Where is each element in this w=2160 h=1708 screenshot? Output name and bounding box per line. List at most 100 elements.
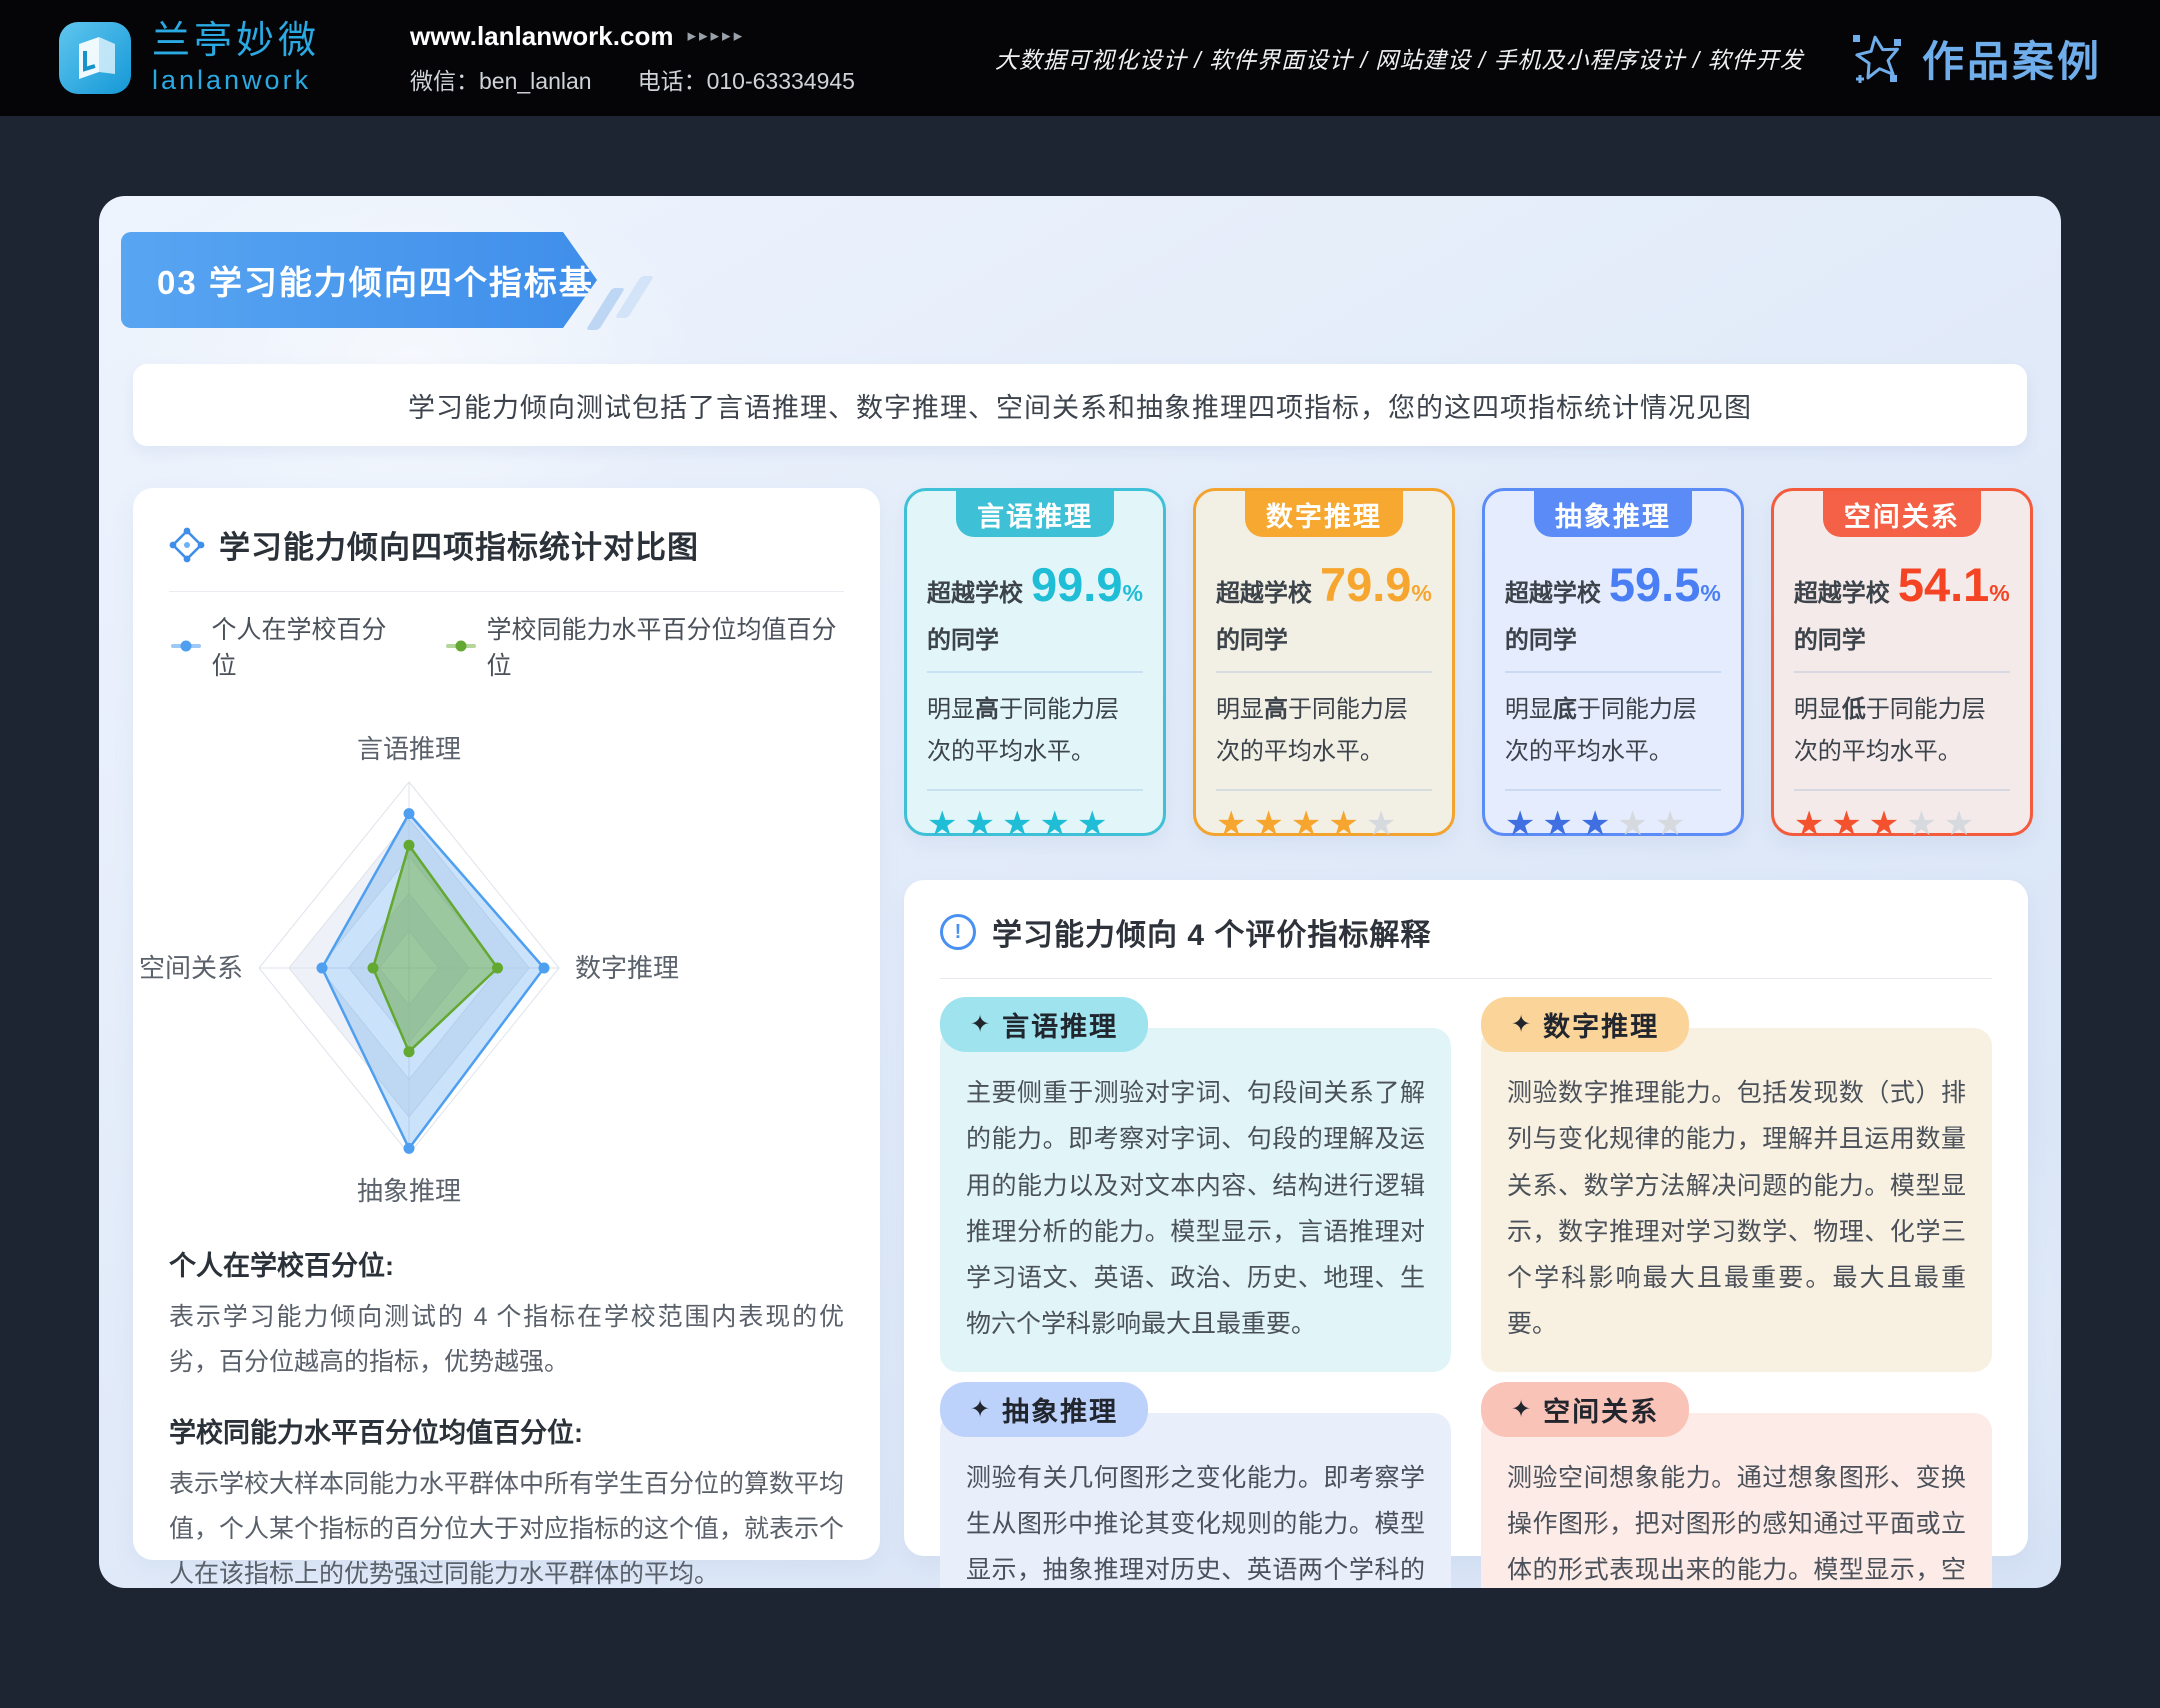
sparkle-icon: ✦ xyxy=(970,1010,992,1039)
exceed-suffix: 的同学 xyxy=(927,620,1143,655)
book-logo-icon xyxy=(58,21,132,95)
exceed-unit: % xyxy=(1989,580,2009,607)
star-icon: ★ xyxy=(1002,805,1039,843)
section-body: 测验有关几何图形之变化能力。即考察学生从图形中推论其变化规则的能力。模型显示，抽… xyxy=(940,1413,1451,1589)
divider xyxy=(1216,789,1432,791)
phone-contact: 电话：010-63334945 xyxy=(638,62,855,96)
website-link[interactable]: www.lanlanwork.com xyxy=(410,21,673,52)
star-icon: ★ xyxy=(1831,805,1868,843)
divider xyxy=(1505,671,1721,673)
brand-logo[interactable]: 兰亭妙微 lanlanwork xyxy=(58,21,320,95)
star-icon: ★ xyxy=(1366,805,1403,843)
star-icon: ★ xyxy=(1944,805,1981,843)
divider xyxy=(1216,671,1432,673)
star-icon: ★ xyxy=(1869,805,1906,843)
header-contact-block: www.lanlanwork.com ▸▸▸▸▸ 微信：ben_lanlan 电… xyxy=(410,21,855,96)
card-verbal-reasoning: 言语推理 超越学校 99.9 % 的同学 明显高于同能力层次的平均水平。 ★★★… xyxy=(904,488,1166,836)
section-abstract-reasoning: ✦ 抽象推理 测验有关几何图形之变化能力。即考察学生从图形中推论其变化规则的能力… xyxy=(940,1382,1451,1589)
exceed-unit: % xyxy=(1411,580,1431,607)
star-icon: ★ xyxy=(1794,805,1831,843)
explanation-panel: ! 学习能力倾向 4 个评价指标解释 ✦ 言语推理 主要侧重于测验对字词、句段间… xyxy=(904,880,2028,1556)
indicator-cards-row: 言语推理 超越学校 99.9 % 的同学 明显高于同能力层次的平均水平。 ★★★… xyxy=(904,488,2028,836)
radar-chart-icon xyxy=(169,527,205,563)
card-abstract-reasoning: 抽象推理 超越学校 59.5 % 的同学 明显底于同能力层次的平均水平。 ★★★… xyxy=(1482,488,1744,836)
wechat-contact: 微信：ben_lanlan xyxy=(410,62,592,96)
divider xyxy=(169,591,844,592)
radar-panel: 学习能力倾向四项指标统计对比图 个人在学校百分位 学校同能力水平百分位均值百分位… xyxy=(133,488,880,1560)
star-icon: ★ xyxy=(1253,805,1290,843)
card-tab-label: 空间关系 xyxy=(1823,491,1981,537)
sketch-star-icon xyxy=(1850,29,1906,87)
compare-text: 明显底于同能力层次的平均水平。 xyxy=(1505,689,1721,773)
star-icon: ★ xyxy=(1906,805,1943,843)
portfolio-link[interactable]: 作品案例 xyxy=(1850,28,2102,89)
explanation-title: 学习能力倾向 4 个评价指标解释 xyxy=(992,910,1431,954)
arrows-decoration: ▸▸▸▸▸ xyxy=(687,26,745,46)
note-body-personal-percentile: 表示学习能力倾向测试的 4 个指标在学校范围内表现的优劣，百分位越高的指标，优势… xyxy=(169,1295,844,1385)
section-spatial-relations: ✦ 空间关系 测验空间想象能力。通过想象图形、变换操作图形，把对图形的感知通过平… xyxy=(1481,1382,1992,1589)
legend-label: 学校同能力水平百分位均值百分位 xyxy=(486,610,844,682)
star-icon: ★ xyxy=(1291,805,1328,843)
section-verbal-reasoning: ✦ 言语推理 主要侧重于测验对字词、句段间关系了解的能力。即考察对字词、句段的理… xyxy=(940,997,1451,1372)
section-body: 测验数字推理能力。包括发现数（式）排列与变化规律的能力，理解并且运用数量关系、数… xyxy=(1481,1028,1992,1372)
exceed-suffix: 的同学 xyxy=(1216,620,1432,655)
section-banner: 03 学习能力倾向四个指标基本情况 xyxy=(121,232,597,328)
sparkle-icon: ✦ xyxy=(970,1395,992,1424)
card-numerical-reasoning: 数字推理 超越学校 79.9 % 的同学 明显高于同能力层次的平均水平。 ★★★… xyxy=(1193,488,1455,836)
star-icon: ★ xyxy=(964,805,1001,843)
legend-item-personal[interactable]: 个人在学校百分位 xyxy=(171,610,402,682)
section-body: 测验空间想象能力。通过想象图形、变换操作图形，把对图形的感知通过平面或立体的形式… xyxy=(1481,1413,1992,1589)
explanation-sections: ✦ 言语推理 主要侧重于测验对字词、句段间关系了解的能力。即考察对字词、句段的理… xyxy=(940,997,1992,1588)
intro-text: 学习能力倾向测试包括了言语推理、数字推理、空间关系和抽象推理四项指标，您的这四项… xyxy=(408,386,1752,425)
services-list: 大数据可视化设计 / 软件界面设计 / 网站建设 / 手机及小程序设计 / 软件… xyxy=(995,41,1804,75)
radar-panel-title: 学习能力倾向四项指标统计对比图 xyxy=(219,522,699,567)
note-title-school-average: 学校同能力水平百分位均值百分位: xyxy=(169,1411,844,1450)
exceed-label: 超越学校 xyxy=(927,573,1023,608)
report-page: 03 学习能力倾向四个指标基本情况 学习能力倾向测试包括了言语推理、数字推理、空… xyxy=(99,196,2061,1588)
divider xyxy=(927,789,1143,791)
note-body-school-average: 表示学校大样本同能力水平群体中所有学生百分位的算数平均值，个人某个指标的百分位大… xyxy=(169,1462,844,1588)
divider xyxy=(1794,671,2010,673)
chart-legend: 个人在学校百分位 学校同能力水平百分位均值百分位 xyxy=(171,610,844,682)
star-icon: ★ xyxy=(1077,805,1114,843)
card-tab-label: 言语推理 xyxy=(956,491,1114,537)
star-icon: ★ xyxy=(1617,805,1654,843)
legend-marker-green xyxy=(446,644,477,648)
section-numerical-reasoning: ✦ 数字推理 测验数字推理能力。包括发现数（式）排列与变化规律的能力，理解并且运… xyxy=(1481,997,1992,1372)
portfolio-label[interactable]: 作品案例 xyxy=(1922,28,2102,89)
star-icon: ★ xyxy=(1216,805,1253,843)
brand-name-cn: 兰亭妙微 xyxy=(152,22,320,62)
note-title-personal-percentile: 个人在学校百分位: xyxy=(169,1244,844,1283)
legend-label: 个人在学校百分位 xyxy=(211,610,402,682)
sparkle-icon: ✦ xyxy=(1511,1395,1533,1424)
brand-name-en: lanlanwork xyxy=(152,66,320,94)
card-tab-label: 数字推理 xyxy=(1245,491,1403,537)
info-icon: ! xyxy=(940,914,976,950)
star-icon: ★ xyxy=(1039,805,1076,843)
exceed-label: 超越学校 xyxy=(1505,573,1601,608)
exceed-unit: % xyxy=(1122,580,1142,607)
sparkle-icon: ✦ xyxy=(1511,1010,1533,1039)
intro-bar: 学习能力倾向测试包括了言语推理、数字推理、空间关系和抽象推理四项指标，您的这四项… xyxy=(133,364,2027,446)
radar-axis-label: 言语推理 xyxy=(357,734,461,764)
legend-item-school-average[interactable]: 学校同能力水平百分位均值百分位 xyxy=(446,610,844,682)
exceed-value: 99.9 xyxy=(1031,557,1122,612)
section-pill-label: ✦ 言语推理 xyxy=(940,997,1148,1052)
exceed-value: 79.9 xyxy=(1320,557,1411,612)
star-rating: ★★★★★ xyxy=(927,807,1143,841)
card-tab-label: 抽象推理 xyxy=(1534,491,1692,537)
exceed-suffix: 的同学 xyxy=(1794,620,2010,655)
divider xyxy=(1505,789,1721,791)
radar-chart: 言语推理数字推理抽象推理空间关系 xyxy=(169,698,844,1218)
top-header: 兰亭妙微 lanlanwork www.lanlanwork.com ▸▸▸▸▸… xyxy=(0,0,2160,116)
star-rating: ★★★★★ xyxy=(1216,807,1432,841)
exceed-value: 59.5 xyxy=(1609,557,1700,612)
section-pill-label: ✦ 抽象推理 xyxy=(940,1382,1148,1437)
divider xyxy=(1794,789,2010,791)
star-rating: ★★★★★ xyxy=(1794,807,2010,841)
section-pill-label: ✦ 空间关系 xyxy=(1481,1382,1689,1437)
star-icon: ★ xyxy=(927,805,964,843)
section-pill-label: ✦ 数字推理 xyxy=(1481,997,1689,1052)
section-body: 主要侧重于测验对字词、句段间关系了解的能力。即考察对字词、句段的理解及运用的能力… xyxy=(940,1028,1451,1372)
star-icon: ★ xyxy=(1542,805,1579,843)
